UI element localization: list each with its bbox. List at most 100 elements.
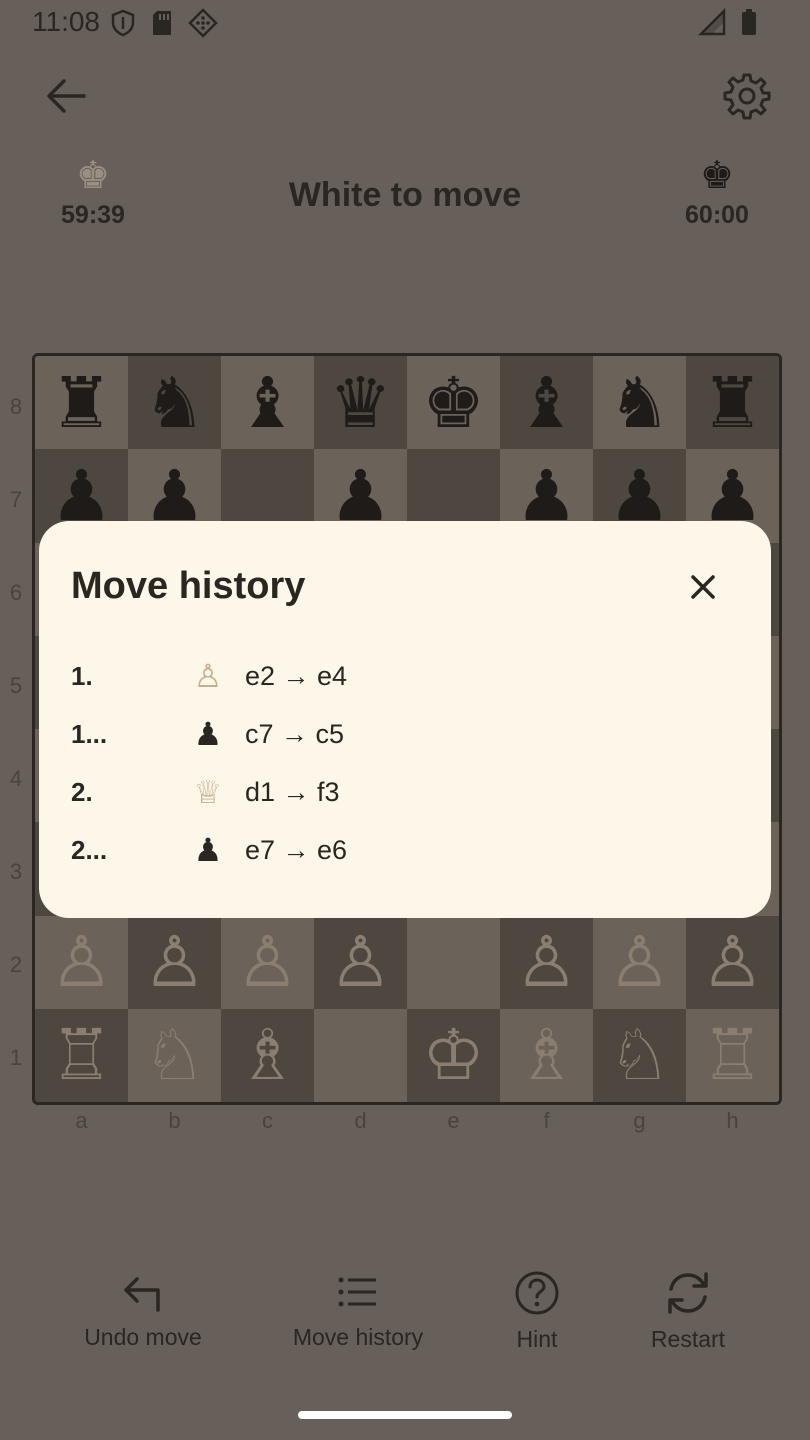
square-h2[interactable]: ♙: [686, 915, 779, 1009]
move-number: 2...: [71, 834, 108, 865]
help-circle-icon: [514, 1270, 560, 1316]
battery-icon: [740, 8, 758, 36]
signal-icon: [698, 8, 726, 36]
chess-piece[interactable]: ♞: [143, 368, 206, 438]
square-g8[interactable]: ♞: [593, 356, 686, 450]
restart-label: Restart: [650, 1326, 726, 1352]
chess-piece[interactable]: ♗: [236, 1020, 299, 1090]
piece-icon: ♙: [193, 658, 223, 694]
history-row: 2. ♕ d1 → f3: [71, 763, 731, 821]
file-label: f: [543, 1108, 550, 1133]
move-history-dialog: Move history 1. ♙ e2 → e4 1... ♟ c7 → c5 2. ♕ d1…: [39, 521, 771, 918]
chess-piece[interactable]: ♞: [608, 368, 671, 438]
square-g1[interactable]: ♘: [593, 1008, 686, 1102]
chess-piece[interactable]: ♙: [329, 927, 392, 997]
gear-icon[interactable]: [717, 66, 777, 126]
square-a1[interactable]: ♖: [35, 1008, 128, 1102]
move-number: 1.: [71, 660, 93, 691]
file-label: a: [75, 1108, 88, 1133]
status-time: 11:08: [32, 6, 100, 37]
square-f8[interactable]: ♝: [500, 356, 593, 450]
undo-move-label: Undo move: [84, 1324, 202, 1350]
square-b2[interactable]: ♙: [128, 915, 221, 1009]
square-b1[interactable]: ♘: [128, 1008, 221, 1102]
file-label: d: [354, 1108, 367, 1133]
undo-move-button[interactable]: Undo move: [73, 1270, 213, 1351]
file-label: c: [262, 1108, 273, 1133]
sd-card-icon: [150, 8, 174, 38]
rank-label: 1: [9, 1045, 23, 1070]
move-text: e7 → e6: [245, 834, 348, 865]
square-d1[interactable]: [314, 1008, 407, 1102]
square-a2[interactable]: ♙: [35, 915, 128, 1009]
move-history-label: Move history: [292, 1324, 424, 1350]
history-row: 2... ♟ e7 → e6: [71, 821, 731, 879]
move-text: e2 → e4: [245, 660, 348, 691]
square-b8[interactable]: ♞: [128, 356, 221, 450]
chess-piece[interactable]: ♝: [236, 368, 299, 438]
chess-piece[interactable]: ♙: [143, 927, 206, 997]
hint-label: Hint: [516, 1326, 558, 1352]
square-c8[interactable]: ♝: [221, 356, 314, 450]
square-e8[interactable]: ♚: [407, 356, 500, 450]
rank-label: 5: [9, 673, 23, 698]
square-e1[interactable]: ♔: [407, 1008, 500, 1102]
dialog-title: Move history: [71, 565, 306, 607]
chess-piece[interactable]: ♗: [515, 1020, 578, 1090]
chess-piece[interactable]: ♖: [701, 1020, 764, 1090]
move-number: 2.: [71, 776, 93, 807]
file-label: b: [168, 1108, 181, 1133]
rank-label: 7: [9, 487, 23, 512]
rank-label: 3: [9, 859, 23, 884]
square-f1[interactable]: ♗: [500, 1008, 593, 1102]
chess-piece[interactable]: ♙: [608, 927, 671, 997]
chess-piece[interactable]: ♙: [701, 927, 764, 997]
rank-label: 2: [9, 952, 23, 977]
chess-piece[interactable]: ♙: [236, 927, 299, 997]
chess-piece[interactable]: ♜: [701, 368, 764, 438]
history-row: 1. ♙ e2 → e4: [71, 647, 731, 705]
square-f2[interactable]: ♙: [500, 915, 593, 1009]
chess-piece[interactable]: ♝: [515, 368, 578, 438]
square-d8[interactable]: ♛: [314, 356, 407, 450]
square-c1[interactable]: ♗: [221, 1008, 314, 1102]
piece-icon: ♟: [193, 716, 223, 752]
diamond-grid-icon: [188, 8, 218, 38]
square-d2[interactable]: ♙: [314, 915, 407, 1009]
undo-arrow-icon: [121, 1270, 165, 1314]
chess-piece[interactable]: ♙: [515, 927, 578, 997]
square-h1[interactable]: ♖: [686, 1008, 779, 1102]
chess-piece[interactable]: ♜: [50, 368, 113, 438]
square-g2[interactable]: ♙: [593, 915, 686, 1009]
move-number: 1...: [71, 718, 108, 749]
home-indicator[interactable]: [298, 1411, 512, 1419]
status-icons-right: [698, 8, 758, 36]
square-e2[interactable]: [407, 915, 500, 1009]
square-h8[interactable]: ♜: [686, 356, 779, 450]
chess-piece[interactable]: ♙: [50, 927, 113, 997]
chess-piece[interactable]: ♖: [50, 1020, 113, 1090]
back-arrow-icon[interactable]: [36, 66, 96, 126]
rank-label: 4: [9, 766, 23, 791]
list-icon: [336, 1270, 380, 1314]
refresh-icon: [664, 1270, 712, 1316]
close-icon[interactable]: [681, 565, 725, 609]
piece-icon: ♟: [193, 832, 223, 868]
hint-button[interactable]: Hint: [487, 1270, 587, 1353]
square-c2[interactable]: ♙: [221, 915, 314, 1009]
rank-label: 6: [9, 580, 23, 605]
move-history-button[interactable]: Move history: [283, 1270, 433, 1351]
chess-piece[interactable]: ♘: [608, 1020, 671, 1090]
rank-label: 8: [9, 394, 23, 419]
chess-piece[interactable]: ♛: [329, 368, 392, 438]
black-king-icon: ♚: [699, 155, 735, 197]
chess-piece[interactable]: ♔: [422, 1020, 485, 1090]
restart-button[interactable]: Restart: [638, 1270, 738, 1353]
piece-icon: ♕: [193, 774, 223, 810]
square-a8[interactable]: ♜: [35, 356, 128, 450]
chess-piece[interactable]: ♘: [143, 1020, 206, 1090]
chess-piece[interactable]: ♚: [422, 368, 485, 438]
file-label: h: [726, 1108, 739, 1133]
shield-icon: [110, 8, 136, 38]
history-row: 1... ♟ c7 → c5: [71, 705, 731, 763]
